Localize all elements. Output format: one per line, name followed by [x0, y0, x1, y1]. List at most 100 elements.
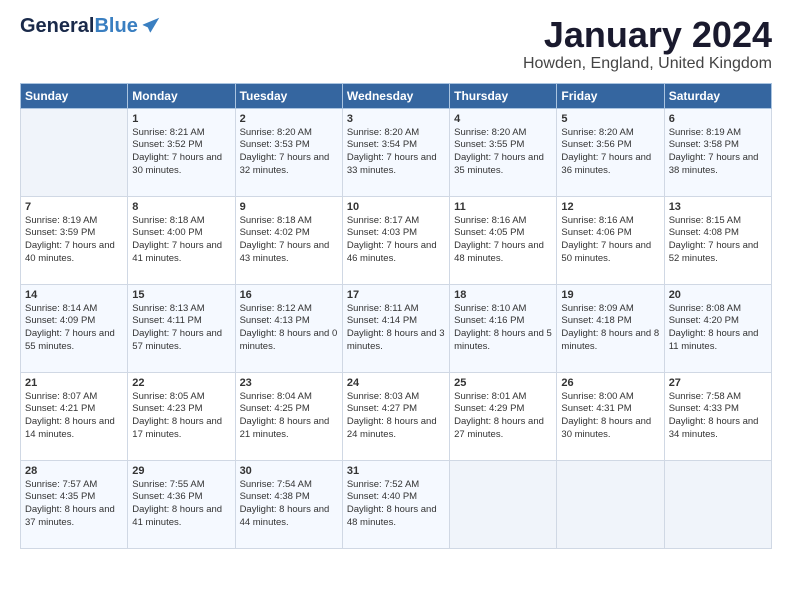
day-number: 9: [240, 201, 338, 213]
calendar-cell: 16 Sunrise: 8:12 AM Sunset: 4:13 PM Dayl…: [235, 284, 342, 372]
day-number: 3: [347, 113, 445, 125]
cell-info: Sunrise: 8:10 AM Sunset: 4:16 PM Dayligh…: [454, 303, 552, 354]
daylight-text: Daylight: 8 hours and 21 minutes.: [240, 416, 330, 440]
cell-info: Sunrise: 8:18 AM Sunset: 4:00 PM Dayligh…: [132, 215, 230, 266]
sunrise-text: Sunrise: 8:10 AM: [454, 303, 526, 314]
day-number: 5: [561, 113, 659, 125]
day-number: 14: [25, 289, 123, 301]
daylight-text: Daylight: 7 hours and 46 minutes.: [347, 240, 437, 264]
calendar-subtitle: Howden, England, United Kingdom: [523, 55, 772, 73]
daylight-text: Daylight: 7 hours and 57 minutes.: [132, 328, 222, 352]
calendar-cell: 15 Sunrise: 8:13 AM Sunset: 4:11 PM Dayl…: [128, 284, 235, 372]
calendar-cell: 8 Sunrise: 8:18 AM Sunset: 4:00 PM Dayli…: [128, 196, 235, 284]
calendar-page: GeneralBlue January 2024 Howden, England…: [0, 0, 792, 612]
day-header-sunday: Sunday: [21, 83, 128, 108]
cell-info: Sunrise: 8:20 AM Sunset: 3:54 PM Dayligh…: [347, 127, 445, 178]
sunrise-text: Sunrise: 8:18 AM: [132, 215, 204, 226]
cell-info: Sunrise: 8:12 AM Sunset: 4:13 PM Dayligh…: [240, 303, 338, 354]
sunrise-text: Sunrise: 8:17 AM: [347, 215, 419, 226]
calendar-cell: [664, 460, 771, 548]
sunrise-text: Sunrise: 8:18 AM: [240, 215, 312, 226]
calendar-cell: [450, 460, 557, 548]
day-number: 16: [240, 289, 338, 301]
sunrise-text: Sunrise: 8:20 AM: [454, 127, 526, 138]
calendar-cell: 21 Sunrise: 8:07 AM Sunset: 4:21 PM Dayl…: [21, 372, 128, 460]
cell-info: Sunrise: 8:04 AM Sunset: 4:25 PM Dayligh…: [240, 391, 338, 442]
calendar-cell: 5 Sunrise: 8:20 AM Sunset: 3:56 PM Dayli…: [557, 108, 664, 196]
sunset-text: Sunset: 3:59 PM: [25, 227, 95, 238]
cell-info: Sunrise: 8:13 AM Sunset: 4:11 PM Dayligh…: [132, 303, 230, 354]
sunrise-text: Sunrise: 8:05 AM: [132, 391, 204, 402]
calendar-cell: 29 Sunrise: 7:55 AM Sunset: 4:36 PM Dayl…: [128, 460, 235, 548]
sunset-text: Sunset: 4:02 PM: [240, 227, 310, 238]
day-number: 24: [347, 377, 445, 389]
sunset-text: Sunset: 4:16 PM: [454, 315, 524, 326]
sunset-text: Sunset: 4:08 PM: [669, 227, 739, 238]
logo-bird-icon: [140, 15, 162, 37]
daylight-text: Daylight: 8 hours and 48 minutes.: [347, 504, 437, 528]
calendar-cell: 23 Sunrise: 8:04 AM Sunset: 4:25 PM Dayl…: [235, 372, 342, 460]
sunset-text: Sunset: 3:55 PM: [454, 139, 524, 150]
day-header-tuesday: Tuesday: [235, 83, 342, 108]
calendar-cell: [557, 460, 664, 548]
sunset-text: Sunset: 4:35 PM: [25, 491, 95, 502]
sunrise-text: Sunrise: 8:13 AM: [132, 303, 204, 314]
daylight-text: Daylight: 7 hours and 36 minutes.: [561, 152, 651, 176]
cell-info: Sunrise: 8:20 AM Sunset: 3:55 PM Dayligh…: [454, 127, 552, 178]
cell-info: Sunrise: 8:00 AM Sunset: 4:31 PM Dayligh…: [561, 391, 659, 442]
calendar-cell: 28 Sunrise: 7:57 AM Sunset: 4:35 PM Dayl…: [21, 460, 128, 548]
sunset-text: Sunset: 3:56 PM: [561, 139, 631, 150]
calendar-cell: 27 Sunrise: 7:58 AM Sunset: 4:33 PM Dayl…: [664, 372, 771, 460]
calendar-cell: 11 Sunrise: 8:16 AM Sunset: 4:05 PM Dayl…: [450, 196, 557, 284]
sunset-text: Sunset: 4:05 PM: [454, 227, 524, 238]
cell-info: Sunrise: 8:16 AM Sunset: 4:05 PM Dayligh…: [454, 215, 552, 266]
cell-info: Sunrise: 8:20 AM Sunset: 3:53 PM Dayligh…: [240, 127, 338, 178]
daylight-text: Daylight: 7 hours and 48 minutes.: [454, 240, 544, 264]
day-number: 29: [132, 465, 230, 477]
calendar-cell: 30 Sunrise: 7:54 AM Sunset: 4:38 PM Dayl…: [235, 460, 342, 548]
calendar-week-1: 1 Sunrise: 8:21 AM Sunset: 3:52 PM Dayli…: [21, 108, 772, 196]
calendar-cell: 18 Sunrise: 8:10 AM Sunset: 4:16 PM Dayl…: [450, 284, 557, 372]
calendar-week-4: 21 Sunrise: 8:07 AM Sunset: 4:21 PM Dayl…: [21, 372, 772, 460]
calendar-cell: 26 Sunrise: 8:00 AM Sunset: 4:31 PM Dayl…: [557, 372, 664, 460]
sunrise-text: Sunrise: 8:20 AM: [240, 127, 312, 138]
day-number: 8: [132, 201, 230, 213]
calendar-cell: 7 Sunrise: 8:19 AM Sunset: 3:59 PM Dayli…: [21, 196, 128, 284]
sunset-text: Sunset: 3:52 PM: [132, 139, 202, 150]
daylight-text: Daylight: 8 hours and 8 minutes.: [561, 328, 659, 352]
title-block: January 2024 Howden, England, United Kin…: [523, 15, 772, 73]
cell-info: Sunrise: 8:18 AM Sunset: 4:02 PM Dayligh…: [240, 215, 338, 266]
sunset-text: Sunset: 3:53 PM: [240, 139, 310, 150]
sunset-text: Sunset: 4:11 PM: [132, 315, 202, 326]
calendar-cell: [21, 108, 128, 196]
day-number: 23: [240, 377, 338, 389]
sunrise-text: Sunrise: 8:03 AM: [347, 391, 419, 402]
sunset-text: Sunset: 4:13 PM: [240, 315, 310, 326]
cell-info: Sunrise: 7:55 AM Sunset: 4:36 PM Dayligh…: [132, 479, 230, 530]
calendar-week-2: 7 Sunrise: 8:19 AM Sunset: 3:59 PM Dayli…: [21, 196, 772, 284]
daylight-text: Daylight: 8 hours and 41 minutes.: [132, 504, 222, 528]
daylight-text: Daylight: 8 hours and 44 minutes.: [240, 504, 330, 528]
day-number: 12: [561, 201, 659, 213]
day-number: 6: [669, 113, 767, 125]
daylight-text: Daylight: 8 hours and 37 minutes.: [25, 504, 115, 528]
sunrise-text: Sunrise: 8:15 AM: [669, 215, 741, 226]
daylight-text: Daylight: 8 hours and 27 minutes.: [454, 416, 544, 440]
sunset-text: Sunset: 4:33 PM: [669, 403, 739, 414]
calendar-table: SundayMondayTuesdayWednesdayThursdayFrid…: [20, 83, 772, 549]
calendar-cell: 3 Sunrise: 8:20 AM Sunset: 3:54 PM Dayli…: [342, 108, 449, 196]
daylight-text: Daylight: 7 hours and 38 minutes.: [669, 152, 759, 176]
daylight-text: Daylight: 7 hours and 33 minutes.: [347, 152, 437, 176]
calendar-cell: 1 Sunrise: 8:21 AM Sunset: 3:52 PM Dayli…: [128, 108, 235, 196]
sunset-text: Sunset: 3:54 PM: [347, 139, 417, 150]
cell-info: Sunrise: 8:21 AM Sunset: 3:52 PM Dayligh…: [132, 127, 230, 178]
day-number: 1: [132, 113, 230, 125]
day-header-friday: Friday: [557, 83, 664, 108]
sunset-text: Sunset: 4:27 PM: [347, 403, 417, 414]
calendar-cell: 12 Sunrise: 8:16 AM Sunset: 4:06 PM Dayl…: [557, 196, 664, 284]
calendar-cell: 24 Sunrise: 8:03 AM Sunset: 4:27 PM Dayl…: [342, 372, 449, 460]
day-header-wednesday: Wednesday: [342, 83, 449, 108]
cell-info: Sunrise: 8:05 AM Sunset: 4:23 PM Dayligh…: [132, 391, 230, 442]
calendar-cell: 25 Sunrise: 8:01 AM Sunset: 4:29 PM Dayl…: [450, 372, 557, 460]
daylight-text: Daylight: 8 hours and 5 minutes.: [454, 328, 552, 352]
